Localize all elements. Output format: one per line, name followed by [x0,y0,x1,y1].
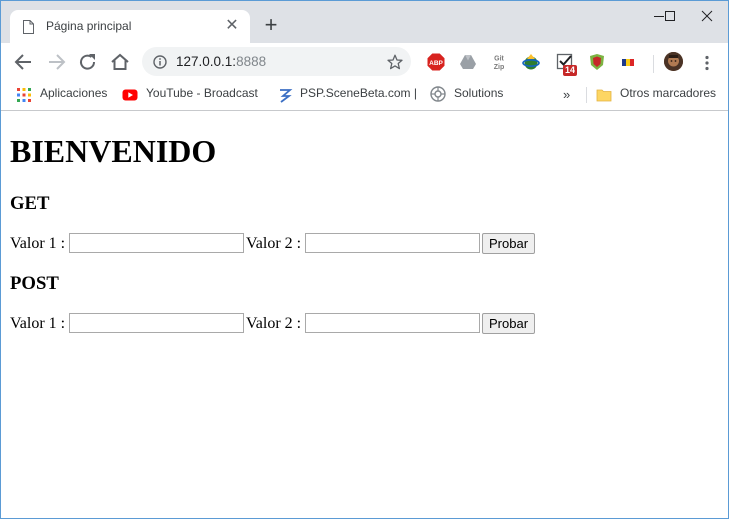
more-menu-icon[interactable] [703,55,711,71]
address-bar[interactable]: 127.0.0.1:8888 [142,47,411,76]
browser-toolbar: 127.0.0.1:8888 ABP Git Zip 14 [1,43,728,81]
adblock-plus-icon[interactable]: ABP [427,53,445,71]
bookmark-youtube[interactable]: YouTube - Broadcast [146,86,258,104]
bookmarks-divider [586,87,587,103]
get-valor2-label: Valor 2 : [246,235,302,252]
tab-active[interactable]: Página principal ✕ [10,10,250,43]
post-valor1-input[interactable] [69,313,244,333]
close-window-button[interactable] [682,1,728,31]
post-section-title: POST [10,273,59,294]
flag-extension-icon[interactable] [619,53,637,71]
home-icon[interactable] [108,51,132,73]
back-arrow-icon[interactable] [12,51,36,73]
post-valor2-input[interactable] [305,313,480,333]
url-port: 8888 [236,54,267,69]
url-host: 127.0.0.1: [176,54,237,69]
post-valor1-label: Valor 1 : [10,315,66,332]
pocket-extension-icon[interactable] [588,53,606,71]
folder-icon [596,89,612,102]
download-manager-icon[interactable] [522,53,540,71]
info-icon[interactable] [153,55,167,69]
bookmarks-overflow-button[interactable]: » [563,87,570,102]
toolbar-divider [653,55,654,73]
tab-title: Página principal [46,19,132,33]
unused [637,1,683,31]
avatar-icon [664,52,683,71]
bookmark-solutions[interactable]: Solutions [454,86,503,104]
bookmark-scenebeta[interactable]: PSP.SceneBeta.com | [300,86,417,104]
gitzip-icon[interactable]: Git Zip [490,53,508,72]
tab-strip: Página principal ✕ + [1,1,728,43]
maximize-icon [665,11,675,21]
gitzip-bottom-label: Zip [494,64,505,71]
get-valor1-label: Valor 1 : [10,235,66,252]
page-icon [23,20,34,34]
close-tab-icon[interactable]: ✕ [224,18,240,34]
abp-label: ABP [429,60,443,67]
browser-window: Página principal ✕ + 127.0.0.1:8888 ABP … [0,0,729,519]
get-valor1-input[interactable] [69,233,244,253]
url-text: 127.0.0.1:8888 [176,54,266,69]
bookmark-apps[interactable]: Aplicaciones [40,86,107,104]
get-probar-button[interactable]: Probar [482,233,536,254]
other-bookmarks[interactable]: Otros marcadores [620,86,716,104]
new-tab-icon[interactable]: + [262,14,280,36]
reload-icon[interactable] [76,51,100,73]
get-valor2-input[interactable] [305,233,480,253]
notification-badge: 14 [563,65,578,76]
forward-arrow-icon[interactable] [44,51,68,73]
youtube-icon [122,89,138,101]
solutions-icon [430,86,446,102]
google-drive-icon[interactable] [459,53,477,71]
profile-avatar[interactable] [664,52,683,71]
page-title: BIENVENIDO [10,133,217,169]
post-probar-button[interactable]: Probar [482,313,536,334]
post-valor2-label: Valor 2 : [246,315,302,332]
get-section-title: GET [10,193,50,214]
close-window-icon [701,10,713,22]
bookmarks-bar: Aplicaciones YouTube - Broadcast PSP.Sce… [1,81,728,111]
apps-grid-icon[interactable] [16,87,32,103]
scenebeta-icon [280,89,293,103]
gitzip-top-label: Git [494,56,504,63]
bookmark-star-icon[interactable] [387,54,403,70]
